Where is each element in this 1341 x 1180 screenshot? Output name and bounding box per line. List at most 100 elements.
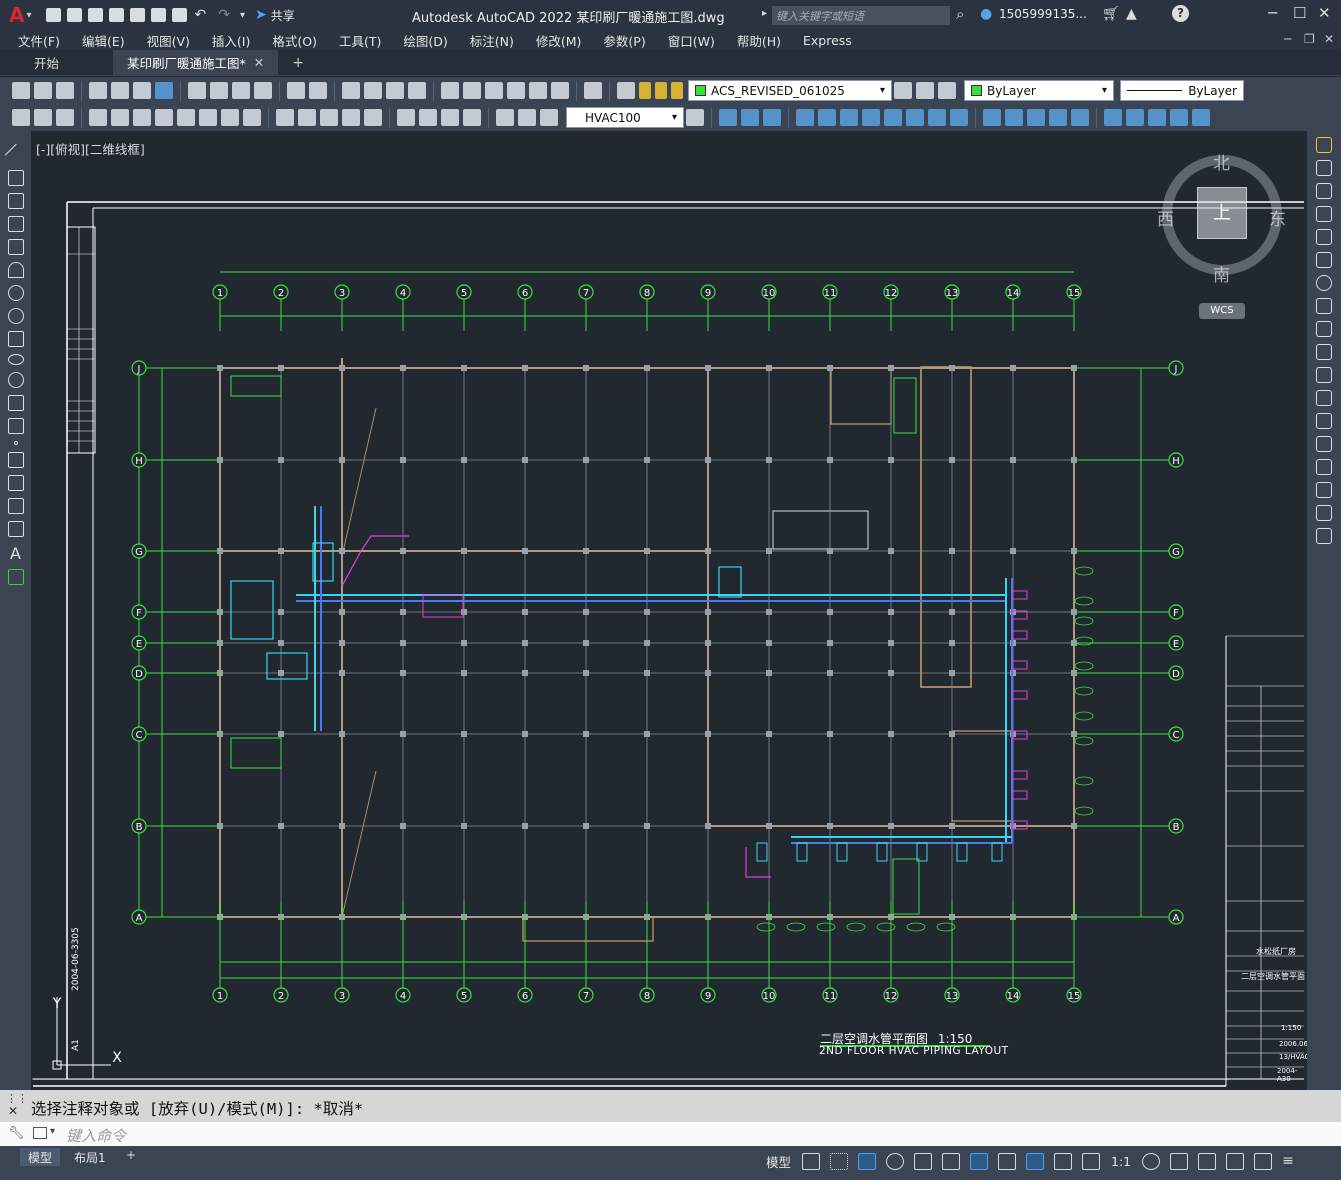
continue-dim-icon[interactable] [320,109,338,126]
tab-start[interactable]: 开始 [20,50,73,76]
plus-icon[interactable] [1170,1153,1189,1170]
add-selected-icon[interactable] [7,569,24,585]
ellipse-arc-icon[interactable] [7,372,24,388]
clean-screen-icon[interactable] [1254,1153,1273,1170]
customize-quick-access-icon[interactable]: ▾ [240,10,245,21]
object-snap-tracking-icon[interactable] [942,1153,961,1170]
menu-dimension[interactable]: 标注(N) [470,31,514,50]
preview-icon[interactable] [111,82,129,99]
inspect-icon[interactable] [441,109,459,126]
layout-tab-model[interactable]: 模型 [20,1148,61,1166]
chevron-down-icon[interactable]: ▾ [26,10,31,21]
close-icon[interactable]: ✕ [8,1104,18,1118]
command-input[interactable]: 键入命令 [66,1125,126,1146]
plot-icon[interactable] [171,8,187,22]
paste-icon[interactable] [232,82,250,99]
stretch-icon[interactable] [906,109,924,126]
scale-icon[interactable] [884,109,902,126]
send-back-icon[interactable] [56,109,74,126]
array-icon[interactable] [1316,229,1332,245]
viewcube-top-face[interactable]: 上 [1197,187,1247,239]
tool-palettes-icon[interactable] [485,82,503,99]
autodesk-app-icon[interactable]: ▲ [1126,6,1137,22]
mtext-icon[interactable]: A [0,544,31,563]
trim-icon[interactable] [1316,344,1332,360]
fillet-icon[interactable] [1316,482,1332,498]
viewcube-north[interactable]: 北 [1213,149,1230,174]
color-dropdown[interactable]: ByLayer ▾ [964,80,1114,101]
isolate-objects-icon[interactable] [1198,1153,1217,1170]
design-center-icon[interactable] [463,82,481,99]
viewcube-east[interactable]: 东 [1269,205,1286,230]
make-current-icon[interactable] [894,82,912,99]
layer-lock-icon[interactable] [671,82,683,99]
layer-on-icon[interactable] [639,82,651,99]
polygon-icon[interactable] [7,216,24,232]
mirror-icon[interactable] [1316,183,1332,199]
arc-length-icon[interactable] [133,109,151,126]
menu-insert[interactable]: 插入(I) [212,31,250,50]
ordinate-dim-icon[interactable] [155,109,173,126]
copy-icon[interactable] [210,82,228,99]
dim-edit-icon[interactable] [496,109,514,126]
menu-window[interactable]: 窗口(W) [668,31,715,50]
arc-icon[interactable] [7,262,24,278]
wcs-menu[interactable]: WCS [1199,303,1245,319]
move-icon[interactable] [1316,252,1332,268]
edit-block-icon[interactable] [1170,109,1188,126]
gear-icon[interactable] [1142,1153,1161,1170]
doc-restore-icon[interactable]: ❐ [1304,32,1315,46]
cut-icon[interactable] [188,82,206,99]
blend-curves-icon[interactable] [1316,505,1332,521]
break-at-point-icon[interactable] [1316,390,1332,406]
new-file-icon[interactable] [45,8,61,22]
offset-icon[interactable] [796,109,814,126]
open-web-icon[interactable] [129,8,145,22]
polyline-icon[interactable] [7,193,24,209]
pan-icon[interactable] [342,82,360,99]
zoom-window-icon[interactable] [386,82,404,99]
join-icon[interactable] [1316,436,1332,452]
stretch-icon[interactable] [1316,321,1332,337]
copy-icon[interactable] [1316,160,1332,176]
polar-icon[interactable] [886,1153,905,1170]
move-icon[interactable] [840,109,858,126]
dim-space-icon[interactable] [342,109,360,126]
tab-drawing[interactable]: 某印刷厂暖通施工图* ✕ [113,49,279,76]
fillet-icon[interactable] [1049,109,1067,126]
offset-icon[interactable] [1316,206,1332,222]
erase-icon[interactable] [1316,137,1332,153]
open-file-icon[interactable] [66,8,82,22]
search-input[interactable]: 键入关键字或短语 [772,6,950,25]
calculator-icon[interactable] [551,82,569,99]
save-as-icon[interactable] [108,8,124,22]
diameter-dim-icon[interactable] [221,109,239,126]
join-icon[interactable] [1005,109,1023,126]
chevron-right-icon[interactable]: ▸ [762,8,767,19]
region-icon[interactable] [7,498,24,514]
chevron-down-icon[interactable]: ▾ [50,1126,55,1137]
user-icon[interactable]: ● [980,6,992,22]
mirror-icon[interactable] [763,109,781,126]
app-menu-button[interactable]: A [9,3,24,27]
insert-block-icon[interactable] [7,395,24,411]
sheet-set-icon[interactable] [507,82,525,99]
qnew-icon[interactable] [12,82,30,99]
bring-front-icon[interactable] [34,109,52,126]
menu-format[interactable]: 格式(O) [272,31,317,50]
hatch-icon[interactable] [7,452,24,468]
insert-icon[interactable] [1126,109,1144,126]
hardware-accel-icon[interactable] [1226,1153,1245,1170]
annotation-scale-icon[interactable] [1082,1153,1101,1170]
erase-icon[interactable] [719,109,737,126]
layer-previous-icon[interactable] [916,82,934,99]
dim-text-edit-icon[interactable] [518,109,536,126]
chamfer-icon[interactable] [1027,109,1045,126]
save-icon[interactable] [56,82,74,99]
command-line[interactable]: 🔧︎ ▾ 键入命令 [0,1122,1341,1146]
help-icon[interactable]: ? [1172,5,1189,22]
share-icon[interactable]: ➤ [255,7,267,23]
command-prompt-icon[interactable] [33,1127,47,1139]
layer-properties-icon[interactable] [617,82,635,99]
ortho-icon[interactable] [858,1153,877,1170]
